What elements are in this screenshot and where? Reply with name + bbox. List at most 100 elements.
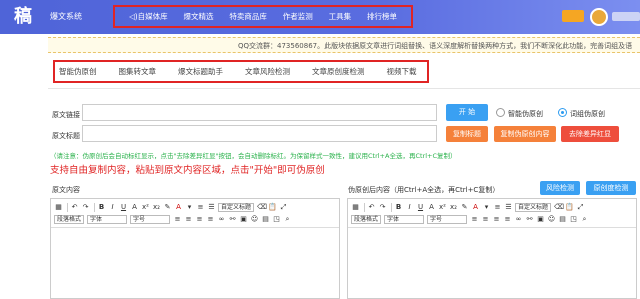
clear-format-icon[interactable]: ⌫: [554, 203, 564, 212]
tab-originality-check[interactable]: 文章原创度检测: [312, 66, 365, 77]
app-logo[interactable]: 稿: [14, 6, 44, 28]
emoji-icon[interactable]: ☺: [547, 215, 556, 224]
highlight-color-icon[interactable]: ▾: [185, 203, 194, 212]
align-center-icon[interactable]: ≡: [184, 215, 193, 224]
nav-item-hot-articles[interactable]: 爆文精选: [184, 11, 214, 22]
font-family-select[interactable]: 字体: [87, 214, 128, 224]
superscript-icon[interactable]: x²: [438, 203, 447, 212]
custom-title-select[interactable]: 自定义标题: [218, 202, 255, 212]
subscript-icon[interactable]: x₂: [449, 203, 458, 212]
strikethrough-icon[interactable]: A: [427, 203, 436, 212]
nav-item-toolset[interactable]: 工具集: [329, 11, 352, 22]
align-right-icon[interactable]: ≡: [492, 215, 501, 224]
unordered-list-icon[interactable]: ☰: [504, 203, 513, 212]
source-editor[interactable]: ▦ ↶ ↷ B I U A x² x₂ ✎ A ▾ ≡ ☰ 自定义标题 ⌫ 📋 …: [50, 198, 340, 299]
notice-banner: QQ交流群：473560867。此版块依据原文章进行词组替换、语义深度解析替换两…: [48, 37, 640, 53]
link-icon[interactable]: ∞: [217, 215, 226, 224]
underline-icon[interactable]: U: [119, 203, 128, 212]
toolbar-separator: [67, 202, 68, 212]
copy-title-button[interactable]: 复制标题: [446, 126, 488, 142]
font-color-icon[interactable]: A: [174, 203, 183, 212]
copy-content-button[interactable]: 复制伪原创内容: [494, 126, 556, 142]
risk-check-button[interactable]: 风险检测: [540, 181, 580, 195]
redo-icon[interactable]: ↷: [81, 203, 90, 212]
preview-icon[interactable]: ◳: [569, 215, 578, 224]
italic-icon[interactable]: I: [108, 203, 117, 212]
unlink-icon[interactable]: ⚯: [525, 215, 534, 224]
rewritten-editor-body[interactable]: [348, 227, 636, 298]
source-code-icon[interactable]: ▦: [54, 203, 63, 212]
highlight-color-icon[interactable]: ▾: [482, 203, 491, 212]
source-code-icon[interactable]: ▦: [351, 203, 360, 212]
align-left-icon[interactable]: ≡: [173, 215, 182, 224]
undo-icon[interactable]: ↶: [70, 203, 79, 212]
tab-risk-check[interactable]: 文章风险检测: [245, 66, 290, 77]
subscript-icon[interactable]: x₂: [152, 203, 161, 212]
clear-format-icon[interactable]: ⌫: [257, 203, 267, 212]
source-editor-body[interactable]: [51, 227, 339, 298]
usage-highlight: 支持自由复制内容，粘贴到原文内容区域，点击"开始"即可伪原创: [50, 165, 325, 176]
originality-check-button[interactable]: 原创度检测: [586, 181, 636, 195]
preview-icon[interactable]: ◳: [272, 215, 281, 224]
redo-icon[interactable]: ↷: [378, 203, 387, 212]
radio-smart-rewrite[interactable]: [496, 108, 505, 117]
underline-icon[interactable]: U: [416, 203, 425, 212]
title-label: 原文标题: [52, 132, 80, 140]
font-size-select[interactable]: 字号: [427, 214, 468, 224]
link-label: 原文链接: [52, 111, 80, 119]
align-left-icon[interactable]: ≡: [470, 215, 479, 224]
avatar[interactable]: [590, 8, 608, 26]
remove-red-button[interactable]: 去除差异红显: [561, 126, 619, 142]
ordered-list-icon[interactable]: ≡: [196, 203, 205, 212]
paragraph-format-select[interactable]: 段落格式: [351, 214, 382, 224]
paragraph-format-select[interactable]: 段落格式: [54, 214, 85, 224]
unlink-icon[interactable]: ⚯: [228, 215, 237, 224]
bold-icon[interactable]: B: [97, 203, 106, 212]
italic-icon[interactable]: I: [405, 203, 414, 212]
align-justify-icon[interactable]: ≡: [503, 215, 512, 224]
search-icon[interactable]: ⌕: [283, 215, 292, 224]
table-icon[interactable]: ▤: [261, 215, 270, 224]
unordered-list-icon[interactable]: ☰: [207, 203, 216, 212]
upgrade-button[interactable]: [562, 10, 584, 22]
tab-gallery-to-article[interactable]: 图集转文章: [119, 66, 157, 77]
font-color-icon[interactable]: A: [471, 203, 480, 212]
link-icon[interactable]: ∞: [514, 215, 523, 224]
user-name-placeholder[interactable]: [612, 12, 640, 21]
bold-icon[interactable]: B: [394, 203, 403, 212]
superscript-icon[interactable]: x²: [141, 203, 150, 212]
format-brush-icon[interactable]: ✎: [163, 203, 172, 212]
tab-title-helper[interactable]: 爆文标题助手: [178, 66, 223, 77]
ordered-list-icon[interactable]: ≡: [493, 203, 502, 212]
tab-video-download[interactable]: 视频下载: [387, 66, 417, 77]
radio-phrase-rewrite[interactable]: [558, 108, 567, 117]
custom-title-select[interactable]: 自定义标题: [515, 202, 552, 212]
table-icon[interactable]: ▤: [558, 215, 567, 224]
search-icon[interactable]: ⌕: [580, 215, 589, 224]
nav-item-rankings[interactable]: 排行榜单: [367, 11, 397, 22]
strikethrough-icon[interactable]: A: [130, 203, 139, 212]
font-size-select[interactable]: 字号: [130, 214, 171, 224]
font-family-select[interactable]: 字体: [384, 214, 425, 224]
paste-icon[interactable]: 📋: [268, 203, 277, 212]
nav-item-author-monitor[interactable]: 作者监测: [283, 11, 313, 22]
image-icon[interactable]: ▣: [536, 215, 545, 224]
title-input[interactable]: [82, 125, 437, 142]
fullscreen-icon[interactable]: ⤢: [576, 203, 585, 212]
fullscreen-icon[interactable]: ⤢: [279, 203, 288, 212]
align-center-icon[interactable]: ≡: [481, 215, 490, 224]
undo-icon[interactable]: ↶: [367, 203, 376, 212]
tab-smart-rewrite[interactable]: 智能伪原创: [59, 66, 97, 77]
align-right-icon[interactable]: ≡: [195, 215, 204, 224]
emoji-icon[interactable]: ☺: [250, 215, 259, 224]
link-input[interactable]: [82, 104, 437, 121]
paste-icon[interactable]: 📋: [565, 203, 574, 212]
start-button[interactable]: 开 始: [446, 104, 488, 121]
rewritten-editor[interactable]: ▦ ↶ ↷ B I U A x² x₂ ✎ A ▾ ≡ ☰ 自定义标题 ⌫ 📋 …: [347, 198, 637, 299]
format-brush-icon[interactable]: ✎: [460, 203, 469, 212]
nav-item-media-library[interactable]: ◁)自媒体库: [129, 11, 168, 22]
align-justify-icon[interactable]: ≡: [206, 215, 215, 224]
editor-toolbar-row-2: 段落格式 字体 字号 ≡ ≡ ≡ ≡ ∞ ⚯ ▣ ☺ ▤ ◳ ⌕: [51, 213, 294, 225]
nav-item-sale-goods[interactable]: 特卖商品库: [229, 11, 267, 22]
image-icon[interactable]: ▣: [239, 215, 248, 224]
